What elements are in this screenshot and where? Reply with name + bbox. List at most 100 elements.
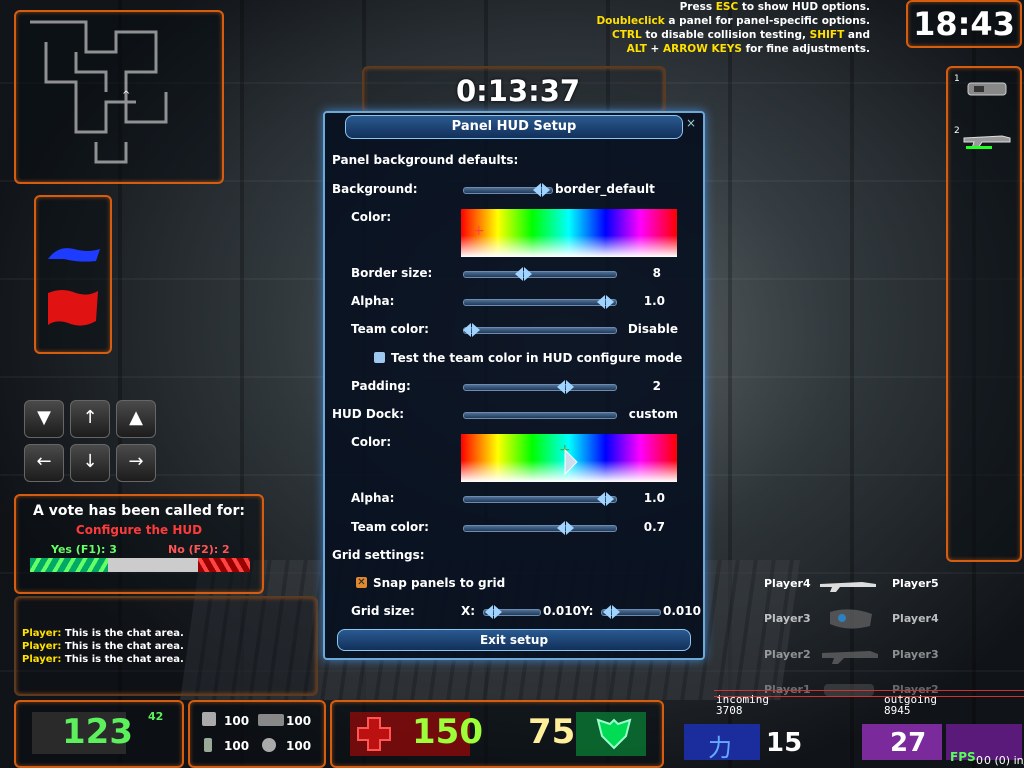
key-left: ← — [24, 444, 64, 482]
slider-handle[interactable] — [515, 267, 532, 281]
ammo-cells-icon — [262, 738, 276, 752]
ammo-value: 100 — [286, 714, 312, 728]
key-jump: ▼ — [24, 400, 64, 438]
vote-panel: A vote has been called for: Configure th… — [14, 494, 264, 594]
net-rate: 0 (0) in/s — [984, 754, 1024, 767]
net-incoming-value: 3708 — [716, 704, 743, 717]
grid-y-slider[interactable] — [601, 605, 661, 619]
fps-label: FPS — [950, 750, 976, 764]
key-right: → — [116, 444, 156, 482]
ammo-value: 100 — [224, 739, 250, 753]
panel-hud-setup-dialog: Panel HUD Setup × Panel background defau… — [323, 111, 705, 660]
slider-handle[interactable] — [533, 183, 550, 197]
powerup-left: 力 — [684, 724, 760, 762]
score-panel: 123 42 — [14, 700, 184, 768]
alpha-slider[interactable] — [463, 295, 617, 309]
dock-alpha-slider[interactable] — [463, 492, 617, 506]
test-team-color-row[interactable]: Test the team color in HUD configure mod… — [325, 348, 703, 368]
slider-handle[interactable] — [557, 380, 574, 394]
killfeed-victim: Player5 — [892, 577, 939, 590]
ammo-shells-icon — [202, 712, 216, 726]
section-background-defaults: Panel background defaults: — [332, 153, 519, 167]
weapon-slot[interactable]: 2 — [954, 126, 1014, 154]
snap-grid-checkbox[interactable]: ✕ — [356, 577, 367, 588]
key-back: ↓ — [70, 444, 110, 482]
minimap-panel: ^ — [14, 10, 224, 184]
slider-handle[interactable] — [463, 323, 480, 337]
weapon-icon — [967, 82, 1007, 96]
team-color-slider[interactable] — [463, 323, 617, 337]
slider-handle[interactable] — [597, 295, 614, 309]
vote-yes-label: Yes (F1): 3 — [51, 543, 117, 556]
weapon-slot[interactable]: 1 — [954, 74, 1014, 102]
chat-area: Player: This is the chat area. Player: T… — [22, 627, 184, 666]
color-picker-cursor: + — [473, 223, 485, 239]
alpha-row: Alpha: 1.0 — [351, 294, 665, 309]
dock-color-picker[interactable]: + — [461, 434, 677, 482]
key-crouch: ▲ — [116, 400, 156, 438]
health-armor-panel: 150 75 — [330, 700, 664, 768]
chat-line: Player: This is the chat area. — [22, 641, 184, 652]
snap-grid-row[interactable]: ✕ Snap panels to grid — [325, 573, 703, 593]
test-team-color-label: Test the team color in HUD configure mod… — [391, 351, 683, 365]
border-size-row: Border size: 8 — [351, 266, 661, 281]
grid-x-slider[interactable] — [483, 605, 541, 619]
health-value: 150 — [412, 712, 483, 752]
dock-team-color-slider[interactable] — [463, 521, 617, 535]
svg-text:^: ^ — [122, 90, 130, 101]
grid-settings-row: Grid settings: — [332, 548, 425, 562]
exit-setup-button[interactable]: Exit setup — [337, 629, 691, 651]
border-size-slider[interactable] — [463, 267, 617, 281]
close-icon[interactable]: × — [684, 116, 698, 130]
chat-line: Player: This is the chat area. — [22, 628, 184, 639]
weapons-panel: 1 2 — [946, 66, 1022, 562]
slider-handle[interactable] — [485, 605, 502, 619]
weapon-icon — [963, 135, 1011, 149]
background-row: Background: border_default — [325, 179, 703, 199]
vote-bar — [30, 558, 250, 572]
minimap: ^ — [30, 20, 168, 164]
clock-panel: 18:43 — [906, 0, 1022, 48]
fps-value: 0 — [976, 754, 983, 767]
padding-row: Padding: 2 — [351, 379, 661, 394]
killfeed-victim: Player4 — [892, 612, 939, 625]
powerup-left-value: 15 — [766, 728, 803, 758]
weapon-icon — [822, 651, 878, 664]
snap-grid-label: Snap panels to grid — [373, 576, 506, 590]
killfeed-attacker: Player2 — [764, 648, 811, 661]
ammo-panel: 100 100 100 100 — [188, 700, 326, 768]
slider-handle[interactable] — [597, 492, 614, 506]
armor-icon — [596, 718, 632, 750]
slider-handle[interactable] — [557, 521, 574, 535]
ammo-value: 100 — [224, 714, 250, 728]
background-color-picker[interactable]: + — [461, 209, 677, 257]
background-value: border_default — [555, 182, 655, 196]
ammo-value: 100 — [286, 739, 312, 753]
health-icon — [357, 717, 391, 751]
ammo-rockets-icon — [204, 738, 212, 752]
dialog-title: Panel HUD Setup — [345, 115, 683, 139]
grid-size-row: Grid size: X: 0.010 Y: 0.010 — [351, 604, 701, 619]
vote-no-label: No (F2): 2 — [168, 543, 230, 556]
flag-status-panel — [34, 195, 112, 354]
test-team-color-checkbox[interactable] — [374, 352, 385, 363]
key-forward: ↑ — [70, 400, 110, 438]
killfeed-attacker: Player4 — [764, 577, 811, 590]
vote-title: A vote has been called for: — [33, 503, 245, 519]
net-outgoing-value: 8945 — [884, 704, 911, 717]
match-timer: 0:13:37 — [456, 74, 581, 108]
team-color-row: Team color: Disable — [351, 322, 678, 337]
vote-yes-bar — [30, 558, 108, 572]
background-slider[interactable] — [463, 183, 553, 197]
padding-slider[interactable] — [463, 380, 617, 394]
killfeed-victim: Player3 — [892, 648, 939, 661]
dock-team-color-row: Team color: 0.7 — [351, 520, 665, 535]
hud-dock-slider[interactable] — [463, 412, 617, 419]
movement-keys: ▼ ↑ ▲ ← ↓ → — [24, 400, 164, 484]
ammo-bullets-icon — [258, 714, 284, 726]
weapon-icon — [830, 609, 872, 629]
slider-handle[interactable] — [603, 605, 620, 619]
powerup-right-value: 27 — [890, 728, 927, 758]
rifle-icon — [820, 582, 876, 592]
strength-icon: 力 — [708, 734, 732, 762]
